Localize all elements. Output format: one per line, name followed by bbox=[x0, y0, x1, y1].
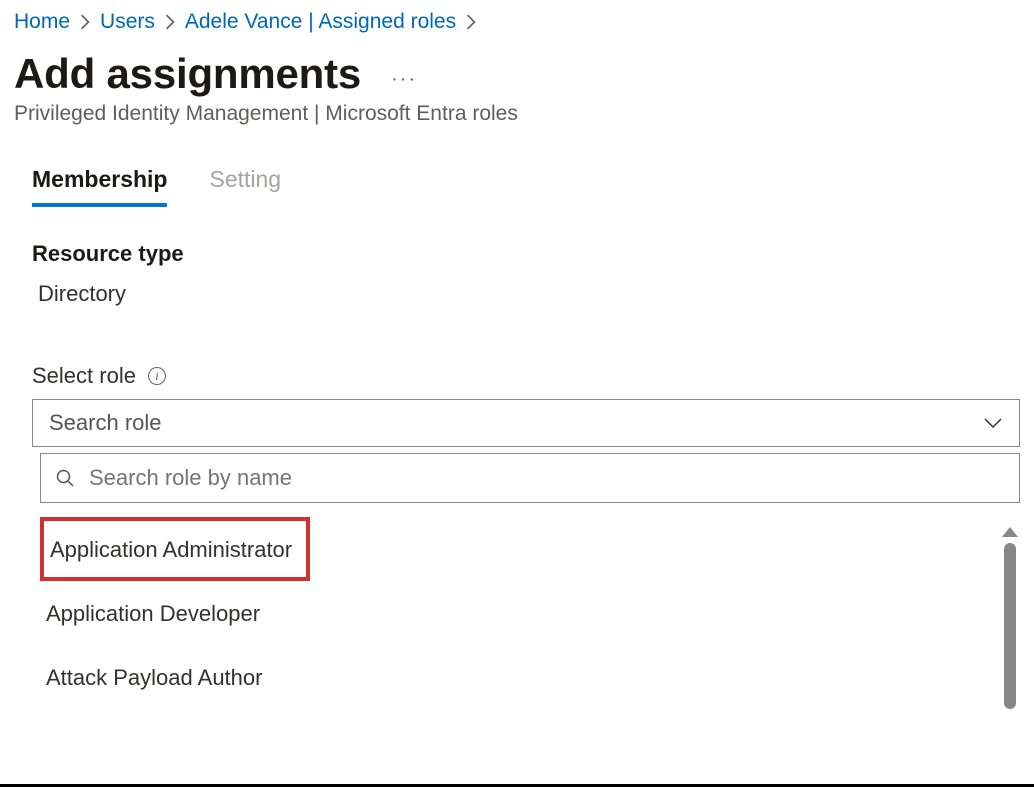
tabs: Membership Setting bbox=[14, 166, 1020, 207]
page-subtitle: Privileged Identity Management | Microso… bbox=[14, 102, 1020, 126]
chevron-right-icon bbox=[165, 14, 175, 30]
role-list: Application Administrator Application De… bbox=[40, 517, 1020, 709]
resource-type-value: Directory bbox=[32, 267, 1020, 307]
search-icon bbox=[55, 468, 75, 488]
select-role-combobox[interactable]: Search role bbox=[32, 399, 1020, 447]
tab-membership[interactable]: Membership bbox=[32, 166, 167, 207]
breadcrumb-users[interactable]: Users bbox=[100, 10, 155, 34]
info-icon[interactable]: i bbox=[148, 367, 166, 385]
select-role-label: Select role bbox=[32, 363, 136, 389]
breadcrumb: Home Users Adele Vance | Assigned roles bbox=[14, 8, 1020, 44]
role-option-application-developer[interactable]: Application Developer bbox=[40, 581, 270, 645]
chevron-right-icon bbox=[80, 14, 90, 30]
more-actions-button[interactable]: ··· bbox=[391, 56, 417, 91]
chevron-down-icon bbox=[983, 410, 1003, 436]
breadcrumb-home[interactable]: Home bbox=[14, 10, 70, 34]
chevron-right-icon bbox=[466, 14, 476, 30]
breadcrumb-user-roles[interactable]: Adele Vance | Assigned roles bbox=[185, 10, 456, 34]
role-search-wrapper[interactable] bbox=[40, 453, 1020, 503]
select-role-placeholder: Search role bbox=[49, 410, 162, 436]
select-role-dropdown: Application Administrator Application De… bbox=[40, 453, 1020, 709]
role-option-application-administrator[interactable]: Application Administrator bbox=[40, 517, 310, 581]
resource-type-label: Resource type bbox=[32, 241, 1020, 267]
tab-setting[interactable]: Setting bbox=[209, 166, 281, 207]
scrollbar[interactable] bbox=[1000, 527, 1020, 709]
page-title: Add assignments bbox=[14, 50, 361, 98]
scroll-thumb[interactable] bbox=[1004, 543, 1016, 709]
role-option-attack-payload-author[interactable]: Attack Payload Author bbox=[40, 645, 272, 709]
role-search-input[interactable] bbox=[87, 464, 1005, 492]
scroll-up-icon bbox=[1002, 527, 1018, 537]
